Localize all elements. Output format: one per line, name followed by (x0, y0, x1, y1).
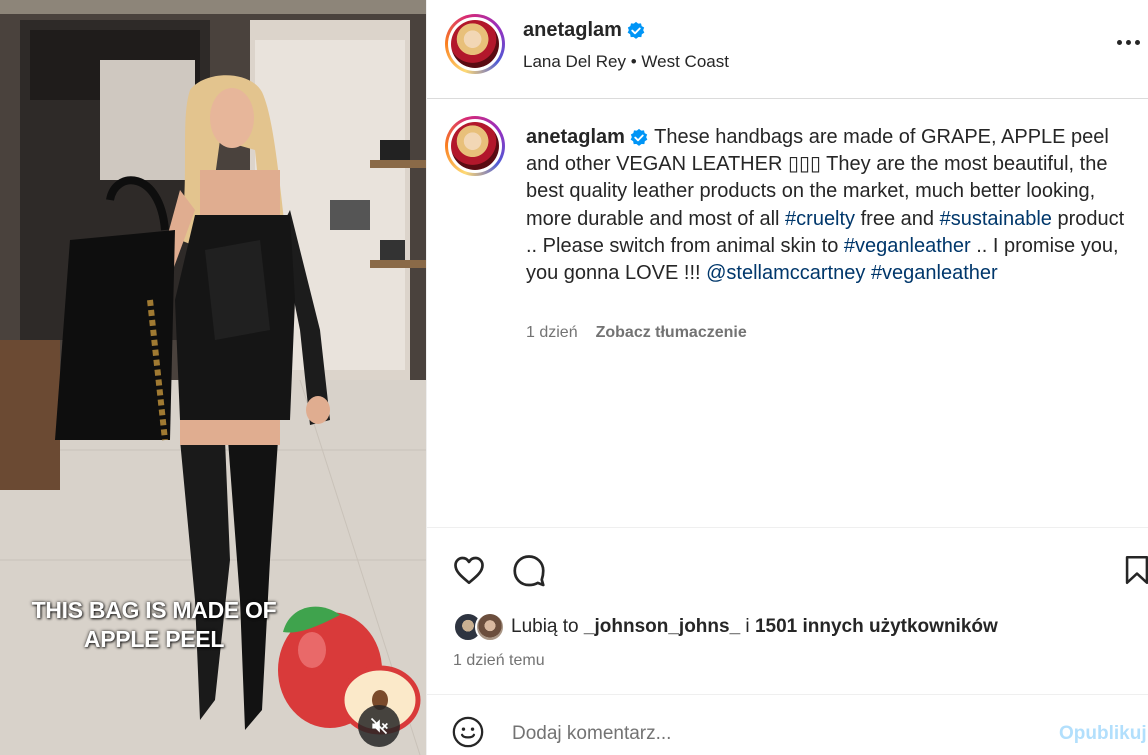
caption-section: anetaglam These handbags are made of GRA… (427, 100, 1148, 528)
muted-speaker-icon (370, 717, 388, 735)
save-button[interactable] (1117, 550, 1148, 590)
hashtag-sustainable-link[interactable]: #sustainable (940, 208, 1052, 230)
hashtag-cruelty-link[interactable]: #cruelty (785, 208, 855, 230)
add-comment-bar: Opublikuj (427, 694, 1148, 755)
post-location[interactable]: Lana Del Rey • West Coast (523, 52, 729, 72)
hashtag-veganleather-link-2[interactable]: #veganleather (871, 262, 998, 284)
likes-summary: Lubią to _johnson_johns_ i 1501 innych u… (453, 612, 998, 642)
emoji-picker-button[interactable] (451, 715, 485, 749)
caption-body-2: free and (855, 207, 940, 230)
emoji-smile-icon (452, 716, 484, 748)
post-timestamp[interactable]: 1 dzień temu (453, 652, 545, 670)
comment-icon (513, 555, 545, 587)
caption-time[interactable]: 1 dzień (526, 324, 578, 342)
caption-author-avatar[interactable] (445, 116, 505, 176)
see-translation-button[interactable]: Zobacz tłumaczenie (596, 324, 747, 342)
video-overlay-caption: THIS BAG IS MADE OF APPLE PEEL (14, 596, 294, 654)
like-button[interactable] (449, 550, 489, 590)
more-horizontal-icon (1117, 39, 1122, 45)
more-options-button[interactable] (1117, 30, 1145, 54)
likes-middle: i (740, 616, 755, 637)
likes-text: Lubią to _johnson_johns_ i 1501 innych u… (511, 616, 998, 638)
heart-icon (454, 556, 484, 585)
mute-toggle-button[interactable] (358, 705, 400, 747)
liker-avatar[interactable] (475, 612, 505, 642)
author-avatar[interactable] (445, 14, 505, 74)
post-media[interactable]: THIS BAG IS MADE OF APPLE PEEL (0, 0, 426, 755)
caption-meta: 1 dzień Zobacz tłumaczenie (526, 324, 747, 342)
verified-badge-icon (627, 21, 645, 39)
overlay-line-1: THIS BAG IS MADE OF (31, 597, 277, 623)
post-dialog: THIS BAG IS MADE OF APPLE PEEL anetaglam (0, 0, 1148, 755)
caption-text: anetaglam These handbags are made of GRA… (526, 124, 1126, 287)
comment-button[interactable] (509, 550, 549, 590)
bookmark-icon (1125, 555, 1148, 585)
verified-badge-icon (630, 128, 648, 146)
likes-count-link[interactable]: 1501 innych użytkowników (755, 616, 998, 637)
liker-username-link[interactable]: _johnson_johns_ (584, 616, 740, 637)
hashtag-veganleather-link[interactable]: #veganleather (844, 235, 971, 257)
post-details-panel: anetaglam Lana Del Rey • West Coast anet… (426, 0, 1148, 755)
caption-username[interactable]: anetaglam (526, 126, 625, 148)
comment-input[interactable] (512, 719, 1032, 749)
author-username[interactable]: anetaglam (523, 19, 622, 41)
overlay-line-2: APPLE PEEL (83, 626, 225, 652)
post-header: anetaglam Lana Del Rey • West Coast (427, 0, 1148, 99)
publish-comment-button[interactable]: Opublikuj (1059, 723, 1147, 745)
post-actions (427, 546, 1148, 594)
likes-prefix: Lubią to (511, 616, 584, 637)
author-username-link[interactable]: anetaglam (523, 19, 646, 42)
mention-stellamccartney-link[interactable]: @stellamccartney (706, 262, 865, 284)
